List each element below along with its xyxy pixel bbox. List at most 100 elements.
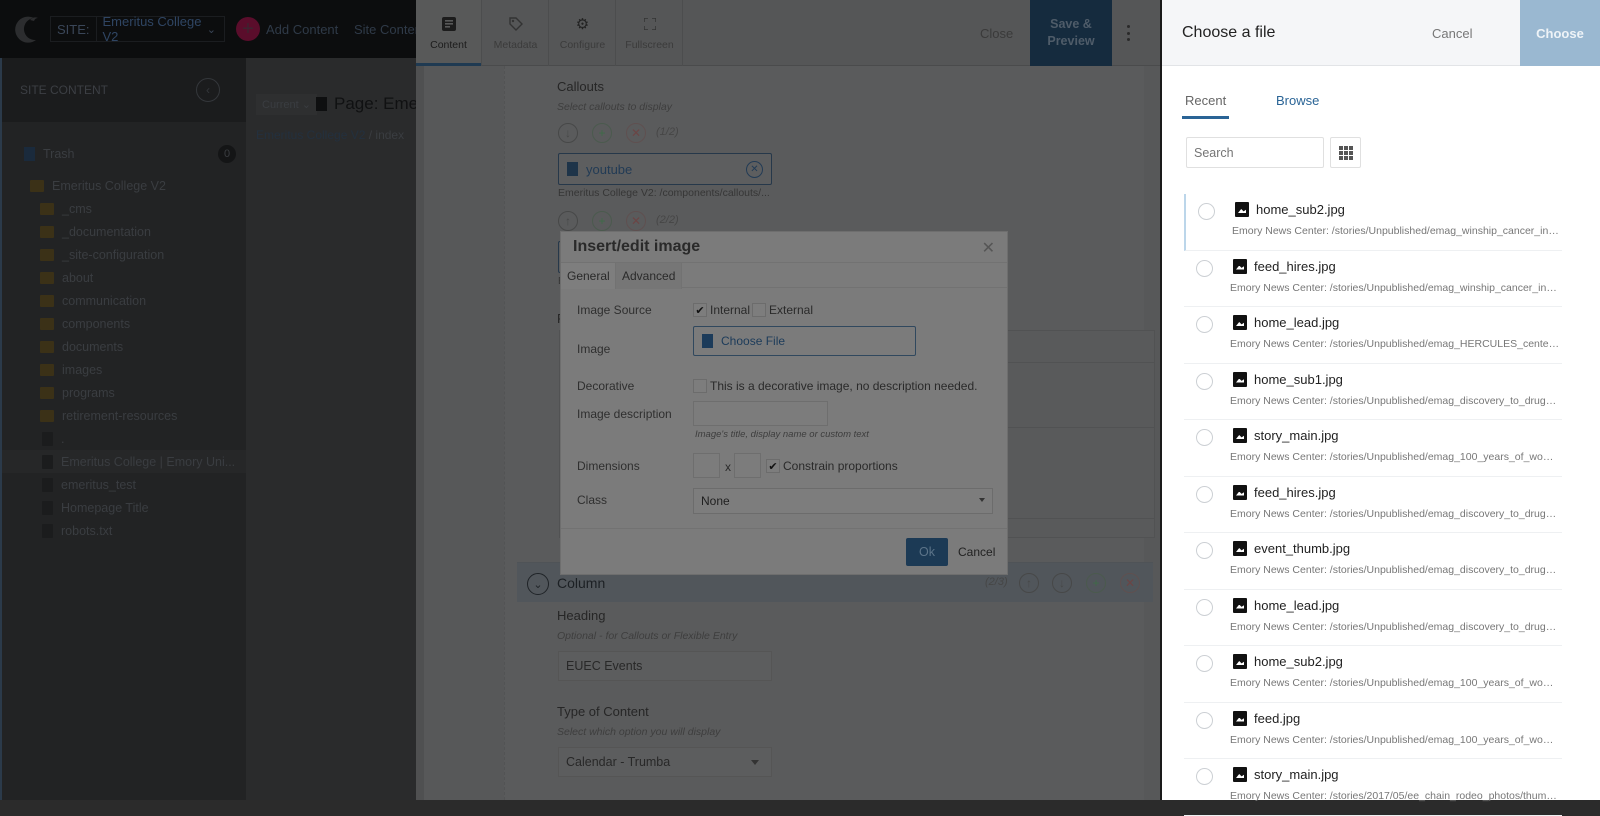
save-preview-button[interactable]: Save & Preview [1030, 0, 1112, 66]
tab-general[interactable]: General [561, 263, 616, 289]
close-editor-button[interactable]: Close [980, 26, 1013, 41]
file-list-item[interactable]: story_main.jpg Emory News Center: /storie… [1184, 759, 1562, 816]
site-selector[interactable]: SITE: Emeritus College V2 ⌄ [50, 14, 225, 44]
width-input[interactable] [693, 453, 720, 478]
tree-item-file[interactable]: . [2, 427, 246, 450]
file-select-radio[interactable] [1196, 598, 1213, 616]
file-list-item[interactable]: home_sub2.jpg Emory News Center: /stories… [1184, 646, 1562, 703]
tree-item-trash[interactable]: Trash 0 [2, 142, 246, 165]
tab-advanced[interactable]: Advanced [615, 263, 683, 289]
breadcrumb-site-link[interactable]: Emeritus College V2 [256, 128, 365, 142]
image-description-input[interactable] [693, 401, 828, 426]
file-list-item[interactable]: home_lead.jpg Emory News Center: /stories… [1184, 590, 1562, 646]
tree-item-folder[interactable]: retirement-resources [2, 404, 246, 427]
trash-icon [24, 146, 35, 161]
choose-file-button[interactable]: Choose File [693, 326, 916, 356]
tree-item-file[interactable]: Emeritus College | Emory Uni... [2, 450, 246, 473]
file-select-radio[interactable] [1196, 372, 1213, 390]
file-list-item[interactable]: home_lead.jpg Emory News Center: /stories… [1184, 307, 1562, 364]
remove-icon[interactable]: ✕ [1120, 573, 1140, 593]
tree-item-folder[interactable]: components [2, 312, 246, 335]
move-up-icon[interactable]: ↑ [558, 211, 578, 231]
move-up-icon[interactable]: ↑ [1019, 573, 1039, 593]
add-icon[interactable]: + [1086, 573, 1106, 593]
tab-content[interactable]: Content [416, 0, 482, 66]
file-list-item[interactable]: home_sub2.jpg Emory News Center: /stories… [1184, 194, 1562, 251]
tree-item-folder[interactable]: about [2, 266, 246, 289]
tab-fullscreen[interactable]: Fullscreen [617, 0, 683, 66]
class-select[interactable]: None [693, 488, 993, 514]
tab-recent[interactable]: Recent [1182, 93, 1230, 119]
site-content-sidebar: SITE CONTENT ‹ Trash 0 Emeritus College … [0, 58, 246, 800]
insert-edit-image-dialog: Insert/edit image ✕ General Advanced Ima… [560, 231, 1008, 575]
file-name: feed_hires.jpg [1254, 484, 1336, 500]
tab-label: Metadata [493, 38, 538, 51]
tree-item-folder[interactable]: _cms [2, 197, 246, 220]
file-select-radio[interactable] [1196, 711, 1213, 729]
move-down-icon[interactable]: ↓ [558, 123, 578, 143]
file-select-radio[interactable] [1196, 316, 1213, 333]
cancel-button[interactable]: Cancel [958, 545, 995, 559]
file-select-radio[interactable] [1196, 768, 1213, 785]
close-icon[interactable]: ✕ [982, 238, 995, 258]
decorative-checkbox[interactable] [693, 379, 707, 393]
tree-item-folder[interactable]: communication [2, 289, 246, 312]
tab-browse[interactable]: Browse [1276, 93, 1319, 108]
callout-chip-youtube[interactable]: youtube ✕ [558, 153, 772, 185]
file-path: Emory News Center: /stories/Unpublished/… [1230, 394, 1560, 407]
tab-label: Fullscreen [625, 38, 674, 51]
search-input[interactable] [1186, 137, 1324, 168]
more-options-icon[interactable] [1120, 22, 1136, 44]
choose-button[interactable]: Choose [1520, 0, 1600, 66]
constrain-proportions-checkbox[interactable]: ✔ [766, 459, 780, 473]
add-icon[interactable]: + [592, 123, 612, 143]
tab-metadata[interactable]: Metadata [483, 0, 549, 66]
cms-logo-icon[interactable] [12, 12, 42, 46]
add-content-button[interactable]: + Add Content [236, 17, 338, 41]
tree-item-file[interactable]: robots.txt [2, 519, 246, 542]
file-list-item[interactable]: home_sub1.jpg Emory News Center: /stories… [1184, 364, 1562, 420]
add-icon[interactable]: + [592, 211, 612, 231]
height-input[interactable] [734, 453, 761, 478]
tree-item-file[interactable]: Homepage Title [2, 496, 246, 519]
tree-item-folder[interactable]: images [2, 358, 246, 381]
remove-icon[interactable]: ✕ [626, 211, 646, 231]
file-select-radio[interactable] [1196, 485, 1213, 503]
chooser-cancel-button[interactable]: Cancel [1432, 26, 1472, 41]
tree-item-folder[interactable]: _documentation [2, 220, 246, 243]
heading-input[interactable]: EUEC Events [558, 651, 772, 681]
tab-label: Content [430, 38, 467, 51]
tree-item-root[interactable]: Emeritus College V2 [2, 174, 246, 197]
file-select-radio[interactable] [1196, 429, 1213, 446]
tab-configure[interactable]: ⚙ Configure [550, 0, 616, 66]
file-list-item[interactable]: event_thumb.jpg Emory News Center: /stori… [1184, 533, 1562, 590]
collapse-sidebar-icon[interactable]: ‹ [196, 78, 220, 102]
version-dropdown[interactable]: Current ⌄ [256, 94, 317, 115]
page-icon [316, 97, 327, 111]
type-of-content-select[interactable]: Calendar - Trumba [558, 747, 772, 777]
site-content-nav-link[interactable]: Site Content [354, 22, 426, 37]
ok-button[interactable]: Ok [906, 538, 948, 566]
column-counter: (2/3) [985, 576, 1008, 588]
external-checkbox[interactable] [752, 303, 766, 317]
file-select-radio[interactable] [1196, 542, 1213, 559]
internal-checkbox[interactable]: ✔ [693, 303, 707, 317]
file-list-item[interactable]: feed.jpg Emory News Center: /stories/Unpu… [1184, 703, 1562, 759]
tree-item-folder[interactable]: _site-configuration [2, 243, 246, 266]
file-list-item[interactable]: feed_hires.jpg Emory News Center: /storie… [1184, 477, 1562, 533]
file-select-radio[interactable] [1196, 259, 1213, 277]
move-down-icon[interactable]: ↓ [1052, 573, 1072, 593]
choose-file-panel: Choose a file Cancel Choose Recent Brows… [1160, 0, 1600, 816]
remove-callout-icon[interactable]: ✕ [746, 161, 763, 178]
file-select-radio[interactable] [1198, 203, 1215, 220]
tree-item-label: Emeritus College | Emory Uni... [61, 454, 236, 469]
file-list-item[interactable]: story_main.jpg Emory News Center: /storie… [1184, 420, 1562, 477]
file-list-item[interactable]: feed_hires.jpg Emory News Center: /storie… [1184, 251, 1562, 307]
chevron-down-icon[interactable]: ⌄ [527, 573, 549, 595]
grid-view-icon[interactable] [1330, 137, 1361, 168]
tree-item-folder[interactable]: programs [2, 381, 246, 404]
tree-item-folder[interactable]: documents [2, 335, 246, 358]
tree-item-file[interactable]: emeritus_test [2, 473, 246, 496]
file-select-radio[interactable] [1196, 655, 1213, 672]
remove-icon[interactable]: ✕ [626, 123, 646, 143]
